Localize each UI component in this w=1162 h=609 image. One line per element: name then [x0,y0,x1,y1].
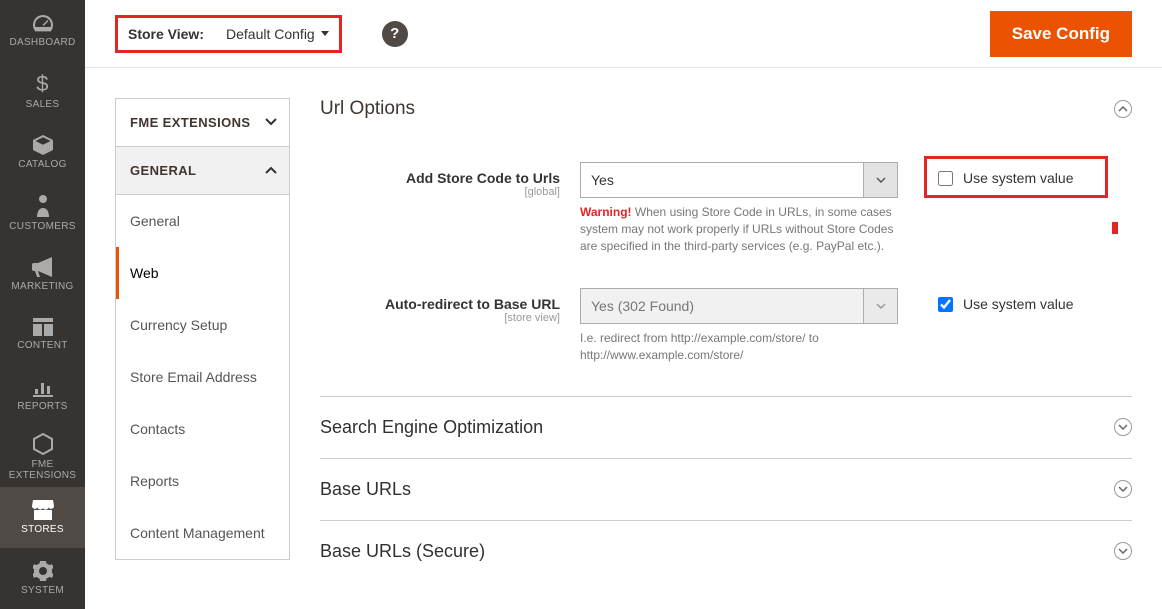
field-label: Auto-redirect to Base URL [320,296,560,312]
dollar-icon: $ [36,73,49,95]
nav-customers[interactable]: CUSTOMERS [0,183,85,244]
chevron-down-icon [265,118,275,128]
nav-dashboard[interactable]: DASHBOARD [0,0,85,61]
sidebar-item-general[interactable]: General [116,195,289,247]
nav-reports[interactable]: REPORTS [0,365,85,426]
gear-icon [33,561,53,581]
caret-down-icon [321,31,329,36]
gauge-icon [31,13,55,33]
section-seo[interactable]: Search Engine Optimization [320,397,1132,459]
save-config-button[interactable]: Save Config [990,11,1132,57]
chevron-down-icon [863,289,897,323]
megaphone-icon [32,257,54,277]
store-view-label: Store View: [128,26,204,42]
nav-sales[interactable]: $ SALES [0,61,85,122]
field-note: I.e. redirect from http://example.com/st… [580,330,898,364]
header-bar: Store View: Default Config ? Save Config [85,0,1162,68]
field-scope: [store view] [320,312,560,324]
nav-stores[interactable]: STORES [0,487,85,548]
use-system-value-1[interactable]: Use system value [938,162,1073,186]
chevron-up-icon [265,166,275,176]
nav-content[interactable]: CONTENT [0,305,85,366]
checkbox-system-value-2[interactable] [938,297,953,312]
store-view-selector-highlight: Store View: Default Config [115,15,342,53]
bar-chart-icon [33,379,53,397]
section-base-urls-secure[interactable]: Base URLs (Secure) [320,521,1132,582]
admin-sidebar: DASHBOARD $ SALES CATALOG CUSTOMERS MARK… [0,0,85,609]
sidebar-item-content-management[interactable]: Content Management [116,507,289,559]
field-scope: [global] [320,186,560,198]
sidebar-item-reports[interactable]: Reports [116,455,289,507]
box-icon [32,135,54,155]
section-base-urls[interactable]: Base URLs [320,459,1132,521]
expand-section-icon [1114,480,1132,498]
use-system-value-2[interactable]: Use system value [938,288,1073,312]
sidebar-item-store-email[interactable]: Store Email Address [116,351,289,403]
annotation-mark [1112,222,1118,234]
field-note: Warning! When using Store Code in URLs, … [580,204,898,254]
nav-system[interactable]: SYSTEM [0,548,85,609]
nav-marketing[interactable]: MARKETING [0,244,85,305]
sidebar-item-currency[interactable]: Currency Setup [116,299,289,351]
panel-fme-extensions[interactable]: FME EXTENSIONS [115,98,290,147]
expand-section-icon [1114,418,1132,436]
chevron-down-icon [863,163,897,197]
expand-section-icon [1114,542,1132,560]
field-add-store-code: Add Store Code to Urls [global] Yes Warn… [320,156,1132,260]
help-icon[interactable]: ? [382,21,408,47]
panel-general[interactable]: GENERAL [115,147,290,195]
section-url-options-title: Url Options [320,98,415,120]
collapse-section-icon[interactable] [1114,100,1132,118]
nav-catalog[interactable]: CATALOG [0,122,85,183]
highlight-box [924,156,1108,198]
select-add-store-code[interactable]: Yes [580,162,898,198]
field-auto-redirect: Auto-redirect to Base URL [store view] Y… [320,282,1132,370]
person-icon [34,195,52,217]
layout-icon [33,318,53,336]
config-tabs: FME EXTENSIONS GENERAL General Web Curre… [85,68,290,582]
nav-fme-extensions[interactable]: FME EXTENSIONS [0,426,85,487]
storefront-icon [32,500,54,520]
sidebar-item-contacts[interactable]: Contacts [116,403,289,455]
sidebar-item-web[interactable]: Web [116,247,289,299]
store-view-dropdown[interactable]: Default Config [226,26,329,42]
select-auto-redirect: Yes (302 Found) [580,288,898,324]
field-label: Add Store Code to Urls [320,170,560,186]
hexagon-icon [33,433,53,455]
settings-area: Url Options Add Store Code to Urls [glob… [290,68,1162,582]
